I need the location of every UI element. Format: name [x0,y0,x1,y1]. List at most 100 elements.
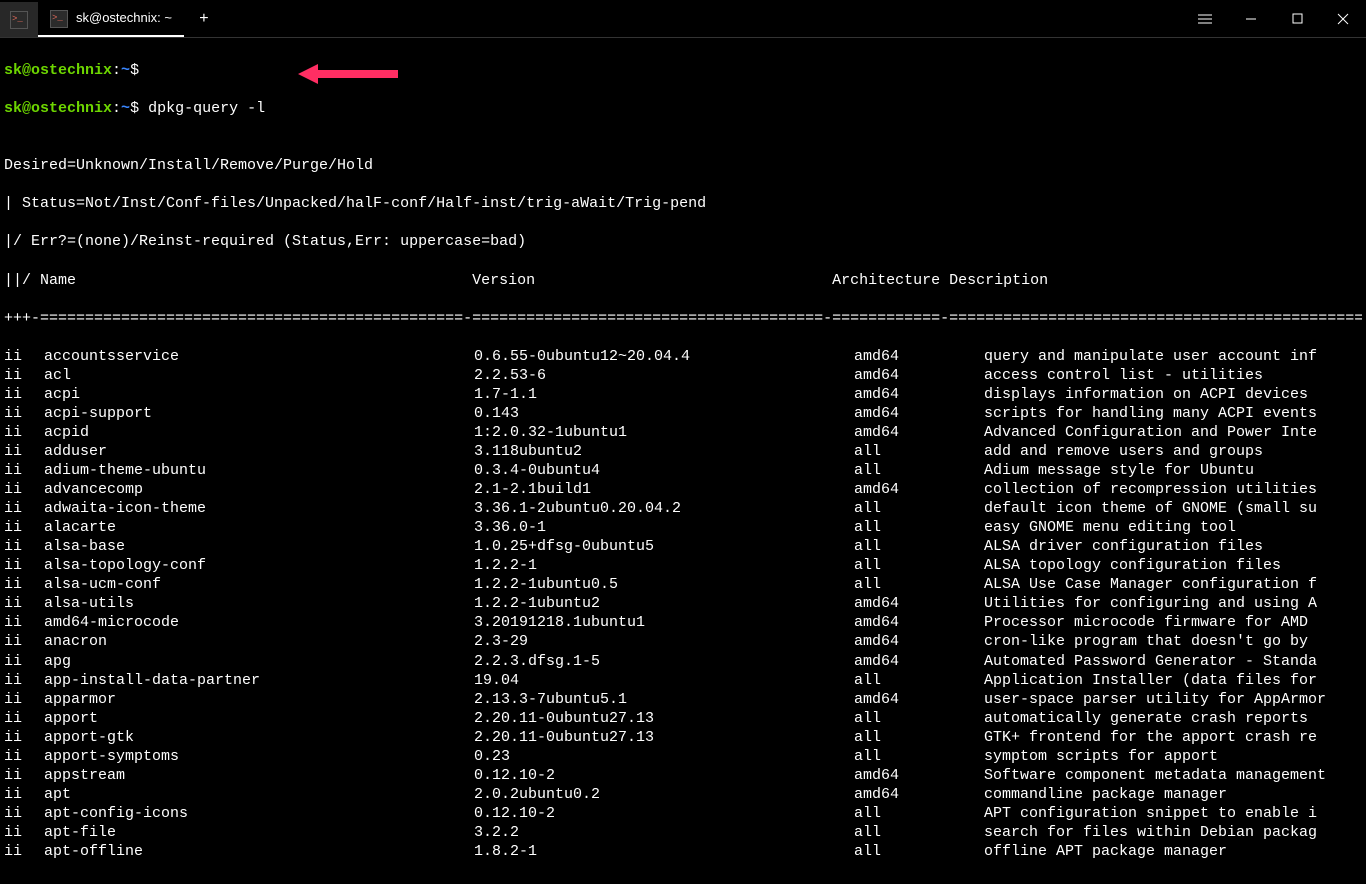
prompt-colon: : [112,62,121,79]
pkg-status: ii [4,613,44,632]
table-row: iiadium-theme-ubuntu0.3.4-0ubuntu4allAdi… [4,461,1362,480]
tab-title: sk@ostechnix: ~ [76,10,172,27]
pkg-arch: amd64 [854,480,984,499]
table-row: iiapt-config-icons0.12.10-2allAPT config… [4,804,1362,823]
pkg-status: ii [4,404,44,423]
pkg-version: 2.20.11-0ubuntu27.13 [474,728,854,747]
pkg-status: ii [4,556,44,575]
pkg-arch: all [854,842,984,861]
pkg-desc: ALSA Use Case Manager configuration f [984,575,1362,594]
pkg-arch: all [854,461,984,480]
pkg-desc: easy GNOME menu editing tool [984,518,1362,537]
pkg-version: 3.36.0-1 [474,518,854,537]
pkg-name: apt-offline [44,842,474,861]
table-row: iialsa-utils1.2.2-1ubuntu2amd64Utilities… [4,594,1362,613]
pkg-status: ii [4,652,44,671]
pkg-name: adduser [44,442,474,461]
pkg-status: ii [4,690,44,709]
pkg-status: ii [4,594,44,613]
pkg-version: 2.2.53-6 [474,366,854,385]
table-row: iialacarte3.36.0-1alleasy GNOME menu edi… [4,518,1362,537]
titlebar: >_ >_ sk@ostechnix: ~ + [0,0,1366,38]
tab-active[interactable]: >_ sk@ostechnix: ~ [38,2,184,37]
pkg-name: app-install-data-partner [44,671,474,690]
pkg-arch: all [854,575,984,594]
pkg-version: 0.143 [474,404,854,423]
table-row: iiaccountsservice0.6.55-0ubuntu12~20.04.… [4,347,1362,366]
pkg-desc: Application Installer (data files for [984,671,1362,690]
pkg-version: 19.04 [474,671,854,690]
table-row: iiacpi-support0.143amd64scripts for hand… [4,404,1362,423]
pkg-name: alsa-utils [44,594,474,613]
pkg-arch: all [854,804,984,823]
pkg-name: apport-symptoms [44,747,474,766]
table-row: iiapp-install-data-partner19.04allApplic… [4,671,1362,690]
pkg-name: adium-theme-ubuntu [44,461,474,480]
close-button[interactable] [1320,0,1366,37]
maximize-button[interactable] [1274,0,1320,37]
pkg-version: 2.3-29 [474,632,854,651]
dpkg-ruler: +++-====================================… [4,309,1362,328]
pkg-version: 3.20191218.1ubuntu1 [474,613,854,632]
pkg-arch: amd64 [854,347,984,366]
pkg-desc: GTK+ frontend for the apport crash re [984,728,1362,747]
pkg-arch: amd64 [854,613,984,632]
pkg-status: ii [4,575,44,594]
add-tab-button[interactable]: + [184,2,224,37]
pkg-name: alsa-base [44,537,474,556]
pkg-version: 1.7-1.1 [474,385,854,404]
pkg-version: 1.2.2-1 [474,556,854,575]
pkg-version: 1.8.2-1 [474,842,854,861]
table-row: iiacl2.2.53-6amd64access control list - … [4,366,1362,385]
table-row: iiadvancecomp2.1-2.1build1amd64collectio… [4,480,1362,499]
pkg-arch: all [854,728,984,747]
pkg-arch: amd64 [854,385,984,404]
table-row: iiapport-symptoms0.23allsymptom scripts … [4,747,1362,766]
prompt-dollar: $ [130,100,139,117]
pkg-version: 2.2.3.dfsg.1-5 [474,652,854,671]
pkg-status: ii [4,671,44,690]
prompt-user: sk@ostechnix [4,100,112,117]
table-row: iiapt2.0.2ubuntu0.2amd64commandline pack… [4,785,1362,804]
pkg-name: acpi [44,385,474,404]
pkg-status: ii [4,537,44,556]
pkg-version: 3.36.1-2ubuntu0.20.04.2 [474,499,854,518]
pkg-name: apt-config-icons [44,804,474,823]
pkg-version: 2.20.11-0ubuntu27.13 [474,709,854,728]
pkg-arch: all [854,537,984,556]
pkg-desc: scripts for handling many ACPI events [984,404,1362,423]
pkg-desc: Advanced Configuration and Power Inte [984,423,1362,442]
table-row: iialsa-ucm-conf1.2.2-1ubuntu0.5allALSA U… [4,575,1362,594]
pkg-name: acpid [44,423,474,442]
package-list: iiaccountsservice0.6.55-0ubuntu12~20.04.… [4,347,1362,861]
pkg-status: ii [4,842,44,861]
menu-button[interactable] [1182,0,1228,37]
pkg-name: apport [44,709,474,728]
table-row: iiapport-gtk2.20.11-0ubuntu27.13allGTK+ … [4,728,1362,747]
pkg-version: 0.3.4-0ubuntu4 [474,461,854,480]
pkg-status: ii [4,366,44,385]
pkg-desc: Utilities for configuring and using A [984,594,1362,613]
pkg-arch: amd64 [854,366,984,385]
pkg-name: anacron [44,632,474,651]
table-row: iiapparmor2.13.3-7ubuntu5.1amd64user-spa… [4,690,1362,709]
pkg-status: ii [4,461,44,480]
minimize-button[interactable] [1228,0,1274,37]
pkg-arch: amd64 [854,785,984,804]
pkg-arch: all [854,556,984,575]
prompt-line-2: sk@ostechnix:~$ dpkg-query -l [4,99,1362,118]
arrow-line [318,70,398,78]
terminal-content[interactable]: sk@ostechnix:~$ sk@ostechnix:~$ dpkg-que… [0,38,1366,884]
pkg-arch: amd64 [854,766,984,785]
pkg-status: ii [4,709,44,728]
pkg-arch: all [854,747,984,766]
table-row: iialsa-base1.0.25+dfsg-0ubuntu5allALSA d… [4,537,1362,556]
pkg-desc: ALSA driver configuration files [984,537,1362,556]
prompt-user: sk@ostechnix [4,62,112,79]
pkg-status: ii [4,804,44,823]
dpkg-header-3: |/ Err?=(none)/Reinst-required (Status,E… [4,232,1362,251]
pkg-arch: amd64 [854,690,984,709]
pkg-name: apg [44,652,474,671]
tab-icon-only[interactable]: >_ [0,2,38,37]
pkg-desc: APT configuration snippet to enable i [984,804,1362,823]
